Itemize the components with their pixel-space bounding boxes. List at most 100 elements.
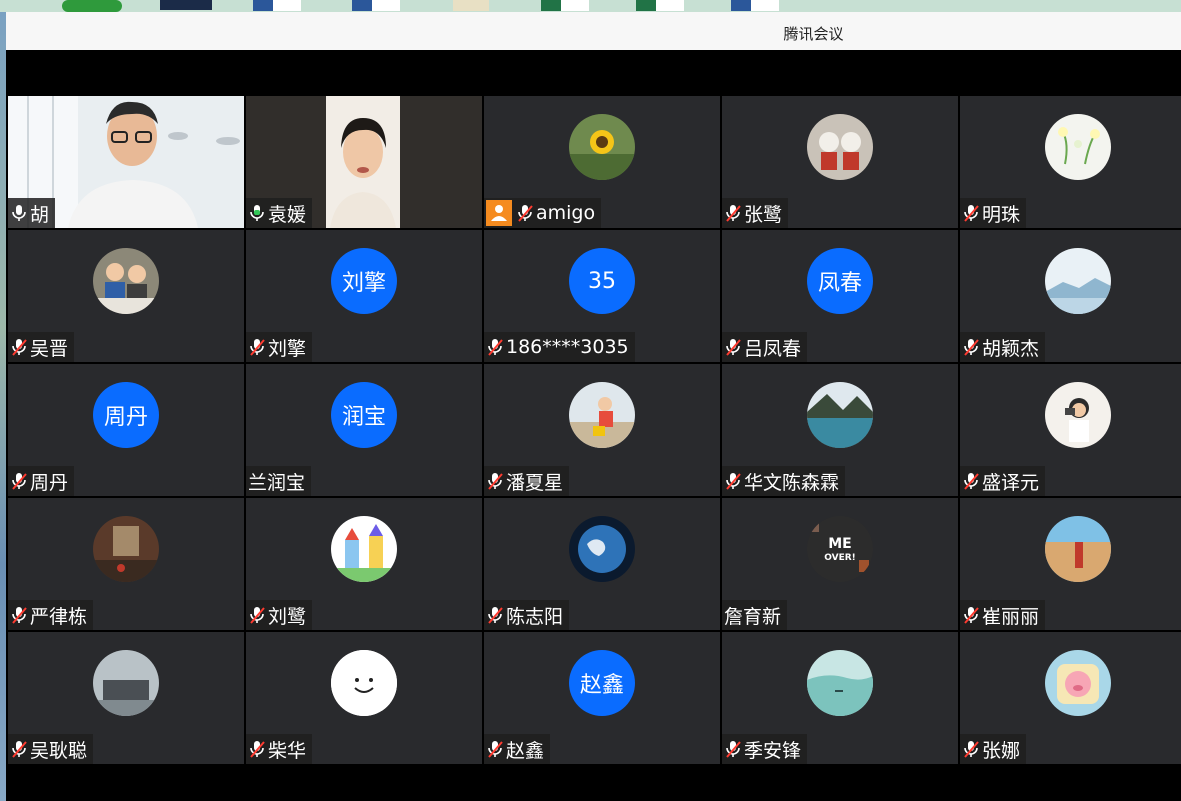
avatar-building-photo bbox=[93, 650, 159, 716]
participant-label: 吴耿聪 bbox=[8, 734, 94, 764]
microphone-muted-icon bbox=[486, 471, 504, 491]
microphone-muted-icon bbox=[962, 605, 980, 625]
participant-label: 186****3035 bbox=[484, 332, 635, 362]
participant-tile[interactable]: 润宝 兰润宝 bbox=[246, 364, 482, 496]
text-avatar: 凤春 bbox=[807, 248, 873, 314]
microphone-muted-icon bbox=[724, 203, 742, 223]
participant-label: 吴晋 bbox=[8, 332, 75, 362]
participant-name: 季安锋 bbox=[744, 739, 802, 762]
participant-tile[interactable]: 柴华 bbox=[246, 632, 482, 764]
participant-label: 柴华 bbox=[246, 734, 313, 764]
participant-label: 明珠 bbox=[960, 198, 1027, 228]
participant-tile[interactable]: 刘鹭 bbox=[246, 498, 482, 630]
avatar-cartoon-castle-photo bbox=[331, 516, 397, 582]
participant-tile[interactable]: 盛译元 bbox=[960, 364, 1181, 496]
participant-tile[interactable]: 凤春 吕凤春 bbox=[722, 230, 958, 362]
participant-name: 张鹭 bbox=[744, 203, 783, 226]
participant-name: 潘夏星 bbox=[506, 471, 564, 494]
participant-tile[interactable]: 潘夏星 bbox=[484, 364, 720, 496]
avatar-earth-photo bbox=[569, 516, 635, 582]
participant-name: 张娜 bbox=[982, 739, 1021, 762]
microphone-muted-icon bbox=[486, 605, 504, 625]
microphone-muted-icon bbox=[248, 605, 266, 625]
participant-tile[interactable]: 张娜 bbox=[960, 632, 1181, 764]
participant-tile[interactable]: amigo bbox=[484, 96, 720, 228]
participant-label: 胡 bbox=[8, 198, 56, 228]
svg-text:ME: ME bbox=[828, 536, 852, 552]
text-avatar: 润宝 bbox=[331, 382, 397, 448]
participant-tile[interactable]: 刘擎 刘擎 bbox=[246, 230, 482, 362]
participant-tile[interactable]: 35 186****3035 bbox=[484, 230, 720, 362]
participant-name: 胡颖杰 bbox=[982, 337, 1040, 360]
participant-label: 季安锋 bbox=[722, 734, 808, 764]
desktop-taskbar-strip bbox=[0, 0, 1181, 12]
participant-tile[interactable]: 赵鑫 赵鑫 bbox=[484, 632, 720, 764]
participant-name: 刘鹭 bbox=[268, 605, 307, 628]
participant-tile[interactable]: 明珠 bbox=[960, 96, 1181, 228]
participant-tile[interactable]: 张鹭 bbox=[722, 96, 958, 228]
participant-label: 刘擎 bbox=[246, 332, 313, 362]
participant-label: 陈志阳 bbox=[484, 600, 570, 630]
participant-label: 詹育新 bbox=[722, 600, 788, 630]
bottom-bar bbox=[6, 766, 1181, 801]
avatar-landscape-photo bbox=[1045, 248, 1111, 314]
participant-tile[interactable]: 吴耿聪 bbox=[8, 632, 244, 764]
participant-tile[interactable]: 陈志阳 bbox=[484, 498, 720, 630]
microphone-muted-icon bbox=[10, 739, 28, 759]
participant-name: 詹育新 bbox=[724, 605, 782, 628]
avatar-sunflower-photo bbox=[569, 114, 635, 180]
participant-tile[interactable]: 季安锋 bbox=[722, 632, 958, 764]
text-avatar: 赵鑫 bbox=[569, 650, 635, 716]
avatar-me-over-photo: ME OVER! bbox=[807, 516, 873, 582]
microphone-muted-icon bbox=[724, 471, 742, 491]
avatar-lake-photo bbox=[807, 382, 873, 448]
avatar-misty-lake-photo bbox=[807, 650, 873, 716]
meeting-window: 腾讯会议 胡袁媛 amigo 张鹭 明珠 吴晋 刘擎 刘擎 35 186****3035 凤春 吕凤… bbox=[6, 12, 1181, 801]
participant-name: 周丹 bbox=[30, 471, 69, 494]
microphone-muted-icon bbox=[962, 337, 980, 357]
avatar-pig-cartoon-photo bbox=[1045, 650, 1111, 716]
microphone-muted-icon bbox=[962, 203, 980, 223]
participant-tile[interactable]: 胡 bbox=[8, 96, 244, 228]
microphone-muted-icon bbox=[10, 471, 28, 491]
microphone-muted-icon bbox=[10, 337, 28, 357]
participant-name: 严律栋 bbox=[30, 605, 88, 628]
microphone-muted-icon bbox=[962, 739, 980, 759]
microphone-muted-icon bbox=[10, 605, 28, 625]
participant-name: 明珠 bbox=[982, 203, 1021, 226]
participant-name: 柴华 bbox=[268, 739, 307, 762]
microphone-muted-icon bbox=[486, 739, 504, 759]
microphone-muted-icon bbox=[724, 739, 742, 759]
participant-tile[interactable]: 周丹 周丹 bbox=[8, 364, 244, 496]
window-title: 腾讯会议 bbox=[783, 25, 844, 43]
avatar-beach-child-photo bbox=[569, 382, 635, 448]
participant-label: 张娜 bbox=[960, 734, 1027, 764]
participant-name: 华文陈森霖 bbox=[744, 471, 840, 494]
participant-tile[interactable]: 袁媛 bbox=[246, 96, 482, 228]
participant-tile[interactable]: 吴晋 bbox=[8, 230, 244, 362]
host-user-icon bbox=[486, 200, 512, 226]
text-avatar: 刘擎 bbox=[331, 248, 397, 314]
participant-tile[interactable]: 华文陈森霖 bbox=[722, 364, 958, 496]
participant-label: 盛译元 bbox=[960, 466, 1046, 496]
participant-tile[interactable]: 胡颖杰 bbox=[960, 230, 1181, 362]
participant-name: 胡 bbox=[30, 203, 50, 226]
title-bar[interactable]: 腾讯会议 bbox=[6, 12, 1181, 50]
avatar-woman-camera-photo bbox=[1045, 382, 1111, 448]
participant-label: 赵鑫 bbox=[484, 734, 551, 764]
participant-name: 陈志阳 bbox=[506, 605, 564, 628]
participant-label: 吕凤春 bbox=[722, 332, 808, 362]
participant-tile[interactable]: ME OVER! 詹育新 bbox=[722, 498, 958, 630]
participant-name: 崔丽丽 bbox=[982, 605, 1040, 628]
participant-name: 吴晋 bbox=[30, 337, 69, 360]
participant-label: 张鹭 bbox=[722, 198, 789, 228]
participant-name: 刘擎 bbox=[268, 337, 307, 360]
participant-label: 刘鹭 bbox=[246, 600, 313, 630]
participant-tile[interactable]: 崔丽丽 bbox=[960, 498, 1181, 630]
participant-label: 崔丽丽 bbox=[960, 600, 1046, 630]
participant-tile[interactable]: 严律栋 bbox=[8, 498, 244, 630]
participant-name: 吕凤春 bbox=[744, 337, 802, 360]
participant-label: 华文陈森霖 bbox=[722, 466, 846, 496]
microphone-icon bbox=[10, 203, 28, 223]
participant-label: 周丹 bbox=[8, 466, 75, 496]
